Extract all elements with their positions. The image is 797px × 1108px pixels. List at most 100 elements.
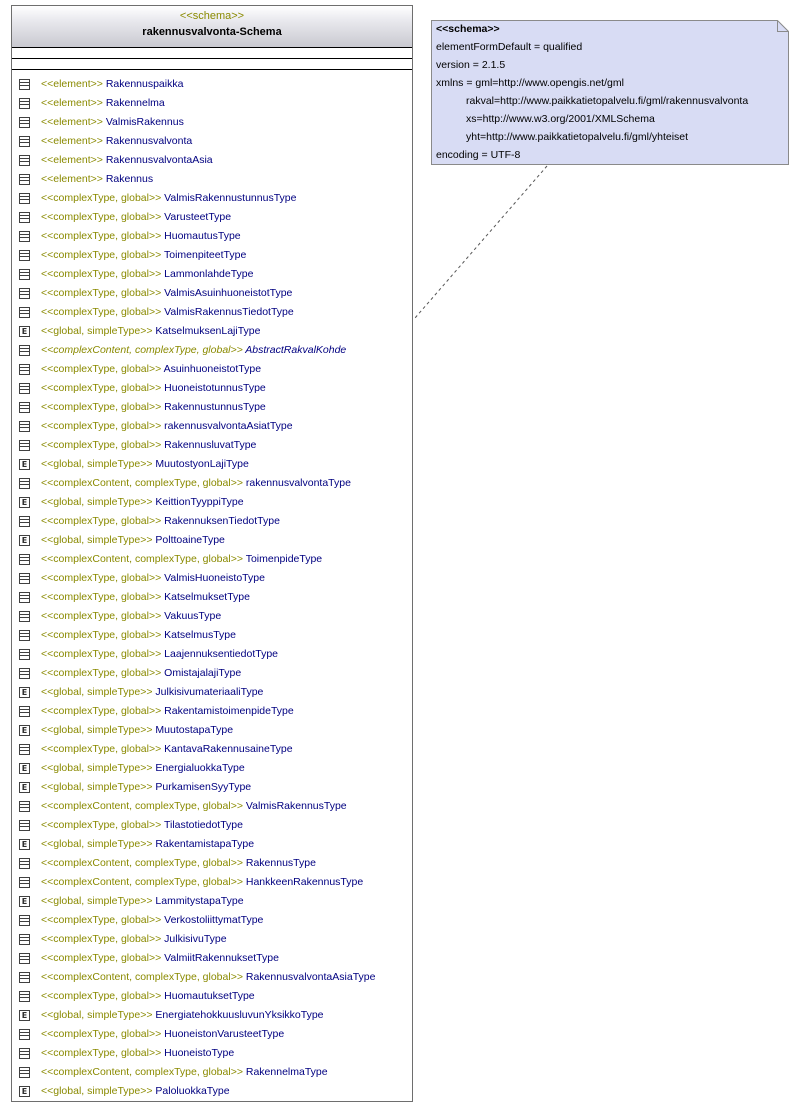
schema-item-row[interactable]: <<complexContent, complexType, global>> … [12, 474, 412, 493]
schema-item-row[interactable]: <<element>> Rakennelma [12, 94, 412, 113]
schema-item-row[interactable]: <<complexType, global>> KatselmusType [12, 626, 412, 645]
schema-item-row[interactable]: <<complexType, global>> VarusteetType [12, 208, 412, 227]
schema-item-label: <<complexType, global>> RakennusluvatTyp… [41, 439, 256, 451]
schema-item-row[interactable]: <<complexType, global>> LammonlahdeType [12, 265, 412, 284]
schema-item-row[interactable]: <<complexType, global>> ToimenpiteetType [12, 246, 412, 265]
element-icon [19, 231, 30, 242]
schema-item-label: <<complexType, global>> TilastotiedotTyp… [41, 819, 243, 831]
schema-item-stereotype: <<complexType, global>> [41, 819, 164, 831]
element-icon [19, 1029, 30, 1040]
schema-item-row[interactable]: <<element>> ValmisRakennus [12, 113, 412, 132]
schema-item-row[interactable]: <<complexType, global>> TilastotiedotTyp… [12, 816, 412, 835]
schema-item-name: KantavaRakennusaineType [164, 743, 293, 755]
schema-item-name: OmistajalajiType [164, 667, 242, 679]
schema-item-row[interactable]: <<complexContent, complexType, global>> … [12, 341, 412, 360]
schema-item-stereotype: <<complexType, global>> [41, 743, 165, 755]
schema-item-row[interactable]: <<complexContent, complexType, global>> … [12, 968, 412, 987]
schema-item-row[interactable]: E <<global, simpleType>> PolttoaineType [12, 531, 412, 550]
schema-item-stereotype: <<complexContent, complexType, global>> [41, 971, 246, 983]
schema-item-row[interactable]: <<complexType, global>> HuoneistotunnusT… [12, 379, 412, 398]
schema-item-stereotype: <<global, simpleType>> [41, 781, 156, 793]
schema-item-label: <<element>> Rakennelma [41, 97, 165, 109]
schema-item-row[interactable]: <<complexType, global>> ValmisRakennusTi… [12, 303, 412, 322]
schema-item-row[interactable]: <<complexType, global>> ValmiitRakennuks… [12, 949, 412, 968]
schema-item-row[interactable]: <<complexType, global>> VakuusType [12, 607, 412, 626]
schema-item-stereotype: <<global, simpleType>> [41, 1009, 156, 1021]
schema-item-row[interactable]: <<complexType, global>> ValmisAsuinhuone… [12, 284, 412, 303]
schema-item-row[interactable]: <<complexType, global>> HuomautuksetType [12, 987, 412, 1006]
element-icon [19, 402, 30, 413]
schema-item-label: <<complexType, global>> RakennustunnusTy… [41, 401, 266, 413]
schema-item-label: <<element>> RakennusvalvontaAsia [41, 154, 213, 166]
schema-item-name: ValmisRakennusType [245, 800, 347, 812]
schema-item-row[interactable]: E <<global, simpleType>> MuutostapaType [12, 721, 412, 740]
schema-item-name: JulkisivumateriaaliType [155, 686, 264, 698]
schema-item-row[interactable]: <<complexType, global>> JulkisivuType [12, 930, 412, 949]
element-icon [19, 877, 30, 888]
schema-item-label: <<global, simpleType>> EnergialuokkaType [41, 762, 245, 774]
schema-item-label: <<complexContent, complexType, global>> … [41, 1066, 328, 1078]
schema-item-row[interactable]: <<complexType, global>> RakennusluvatTyp… [12, 436, 412, 455]
element-icon [19, 706, 30, 717]
schema-item-name: rakennusvalvontaAsiatType [164, 420, 293, 432]
schema-item-row[interactable]: E <<global, simpleType>> KatselmuksenLaji… [12, 322, 412, 341]
schema-item-stereotype: <<complexType, global>> [41, 420, 165, 432]
schema-item-stereotype: <<complexType, global>> [41, 990, 165, 1002]
schema-item-name: Rakennus [105, 173, 154, 185]
schema-item-label: <<complexType, global>> KatselmusType [41, 629, 236, 641]
element-icon [19, 858, 30, 869]
schema-item-row[interactable]: <<complexContent, complexType, global>> … [12, 1063, 412, 1082]
schema-note[interactable]: <<schema>> elementFormDefault = qualified… [431, 20, 789, 165]
schema-item-row[interactable]: <<element>> RakennusvalvontaAsia [12, 151, 412, 170]
schema-item-name: RakentamistoimenpideType [164, 705, 294, 717]
schema-item-stereotype: <<complexType, global>> [41, 914, 165, 926]
schema-item-row[interactable]: E <<global, simpleType>> PurkamisenSyyTyp… [12, 778, 412, 797]
schema-item-row[interactable]: <<element>> Rakennus [12, 170, 412, 189]
schema-item-row[interactable]: <<complexType, global>> RakennuksenTiedo… [12, 512, 412, 531]
schema-item-row[interactable]: <<complexType, global>> HuoneistonVarust… [12, 1025, 412, 1044]
schema-item-stereotype: <<element>> [41, 154, 106, 166]
schema-item-row[interactable]: <<complexType, global>> ValmisHuoneistoT… [12, 569, 412, 588]
note-line: version = 2.1.5 [436, 59, 506, 71]
schema-item-row[interactable]: <<complexType, global>> HuoneistoType [12, 1044, 412, 1063]
schema-item-row[interactable]: E <<global, simpleType>> KeittionTyyppiTy… [12, 493, 412, 512]
element-icon [19, 820, 30, 831]
schema-item-row[interactable]: <<complexContent, complexType, global>> … [12, 873, 412, 892]
schema-item-row[interactable]: E <<global, simpleType>> RakentamistapaTy… [12, 835, 412, 854]
schema-item-row[interactable]: <<complexType, global>> Verkostoliittyma… [12, 911, 412, 930]
schema-item-row[interactable]: <<complexType, global>> Laajennuksentied… [12, 645, 412, 664]
schema-item-stereotype: <<complexType, global>> [41, 1028, 165, 1040]
schema-item-row[interactable]: <<complexType, global>> AsuinhuoneistotT… [12, 360, 412, 379]
schema-item-row[interactable]: <<element>> Rakennusvalvonta [12, 132, 412, 151]
schema-item-row[interactable]: <<complexType, global>> RakennustunnusTy… [12, 398, 412, 417]
schema-item-row[interactable]: <<complexContent, complexType, global>> … [12, 797, 412, 816]
schema-item-name: AsuinhuoneistotType [163, 363, 262, 375]
schema-item-row[interactable]: <<complexType, global>> OmistajalajiType [12, 664, 412, 683]
schema-item-row[interactable]: <<complexType, global>> KantavaRakennusa… [12, 740, 412, 759]
schema-item-row[interactable]: <<complexType, global>> KatselmuksetType [12, 588, 412, 607]
schema-item-label: <<complexType, global>> JulkisivuType [41, 933, 227, 945]
schema-item-label: <<complexContent, complexType, global>> … [41, 876, 363, 888]
schema-item-row[interactable]: <<element>> Rakennuspaikka [12, 75, 412, 94]
schema-item-label: <<complexContent, complexType, global>> … [41, 344, 346, 356]
schema-item-row[interactable]: <<complexType, global>> rakennusvalvonta… [12, 417, 412, 436]
schema-item-row[interactable]: <<complexContent, complexType, global>> … [12, 550, 412, 569]
attributes-compartment [12, 48, 412, 59]
schema-item-row[interactable]: E <<global, simpleType>> EnergialuokkaTyp… [12, 759, 412, 778]
schema-item-name: EnergialuokkaType [155, 762, 245, 774]
schema-item-row[interactable]: E <<global, simpleType>> PaloluokkaType [12, 1082, 412, 1101]
schema-item-row[interactable]: E <<global, simpleType>> LammitystapaType [12, 892, 412, 911]
schema-class-box[interactable]: <<schema>> rakennusvalvonta-Schema <<ele… [11, 5, 413, 1102]
operations-compartment [12, 59, 412, 70]
schema-item-label: <<global, simpleType>> PaloluokkaType [41, 1085, 230, 1097]
schema-item-name: ValmisHuoneistoType [164, 572, 265, 584]
schema-item-row[interactable]: <<complexType, global>> ValmisRakennustu… [12, 189, 412, 208]
schema-item-row[interactable]: E <<global, simpleType>> MuutostyonLajiTy… [12, 455, 412, 474]
schema-item-row[interactable]: <<complexType, global>> Rakentamistoimen… [12, 702, 412, 721]
schema-item-row[interactable]: E <<global, simpleType>> Energiatehokkuus… [12, 1006, 412, 1025]
schema-item-row[interactable]: <<complexType, global>> HuomautusType [12, 227, 412, 246]
element-icon [19, 1067, 30, 1078]
schema-item-stereotype: <<element>> [41, 97, 106, 109]
schema-item-row[interactable]: <<complexContent, complexType, global>> … [12, 854, 412, 873]
schema-item-row[interactable]: E <<global, simpleType>> Julkisivumateria… [12, 683, 412, 702]
